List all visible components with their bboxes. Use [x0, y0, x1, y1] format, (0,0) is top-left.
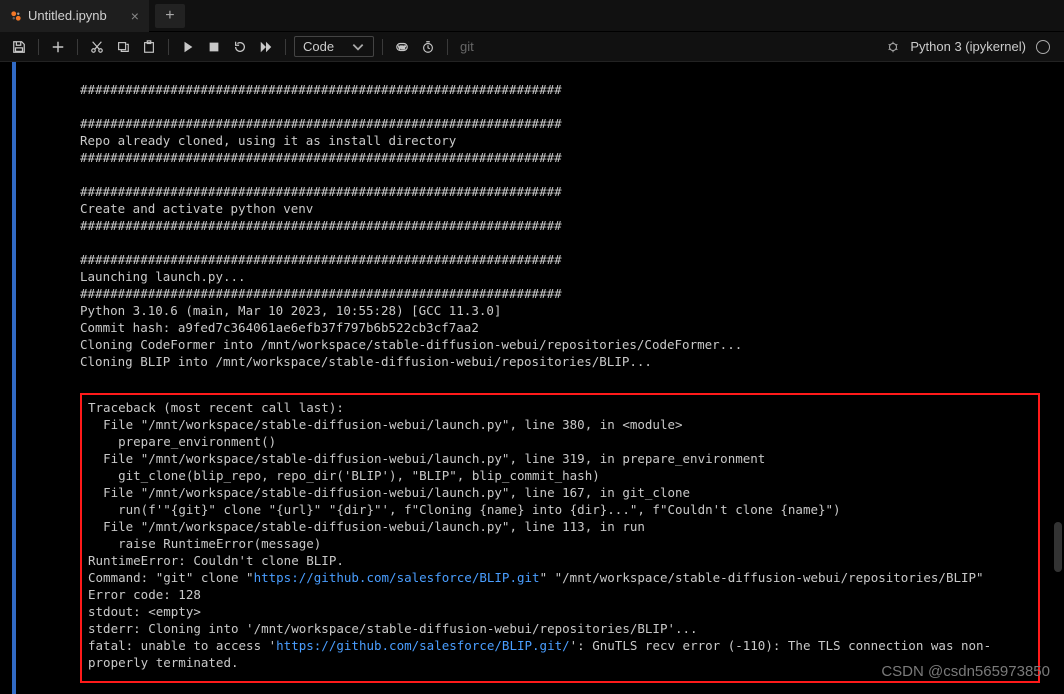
paste-button[interactable] [138, 36, 160, 58]
cell-type-label: Code [303, 39, 334, 54]
kernel-name[interactable]: Python 3 (ipykernel) [910, 39, 1026, 54]
scrollbar-thumb[interactable] [1054, 522, 1062, 572]
save-button[interactable] [8, 36, 30, 58]
run-all-button[interactable] [255, 36, 277, 58]
cell-type-select[interactable]: Code [294, 36, 374, 57]
output-cell: ########################################… [0, 62, 1064, 694]
run-button[interactable] [177, 36, 199, 58]
blip-repo-link-2[interactable]: https://github.com/salesforce/BLIP.git/ [276, 638, 570, 653]
close-icon[interactable]: × [131, 8, 139, 24]
scrollbar-track[interactable] [1052, 62, 1062, 694]
git-label[interactable]: git [460, 39, 474, 54]
notebook-tab[interactable]: Untitled.ipynb × [0, 0, 149, 32]
kernel-status: Python 3 (ipykernel) [886, 39, 1056, 54]
toolbar: Code var git Python 3 (ipykernel) [0, 32, 1064, 62]
cut-button[interactable] [86, 36, 108, 58]
tab-title: Untitled.ipynb [28, 8, 107, 23]
notebook-body: ########################################… [0, 62, 1064, 694]
cell-collapser[interactable] [12, 62, 16, 694]
add-tab-button[interactable]: + [155, 4, 185, 28]
traceback-box: Traceback (most recent call last): File … [80, 393, 1040, 683]
output-content[interactable]: ########################################… [80, 62, 1064, 694]
svg-text:var: var [398, 44, 406, 50]
tab-bar: Untitled.ipynb × + [0, 0, 1064, 32]
variable-inspector-icon[interactable]: var [391, 36, 413, 58]
add-cell-button[interactable] [47, 36, 69, 58]
bug-icon[interactable] [886, 40, 900, 54]
chevron-down-icon [351, 40, 365, 54]
kernel-idle-icon[interactable] [1036, 40, 1050, 54]
timer-icon[interactable] [417, 36, 439, 58]
restart-button[interactable] [229, 36, 251, 58]
output-prompt [24, 62, 80, 694]
stop-button[interactable] [203, 36, 225, 58]
blip-repo-link[interactable]: https://github.com/salesforce/BLIP.git [254, 570, 540, 585]
notebook-icon [10, 10, 22, 22]
copy-button[interactable] [112, 36, 134, 58]
